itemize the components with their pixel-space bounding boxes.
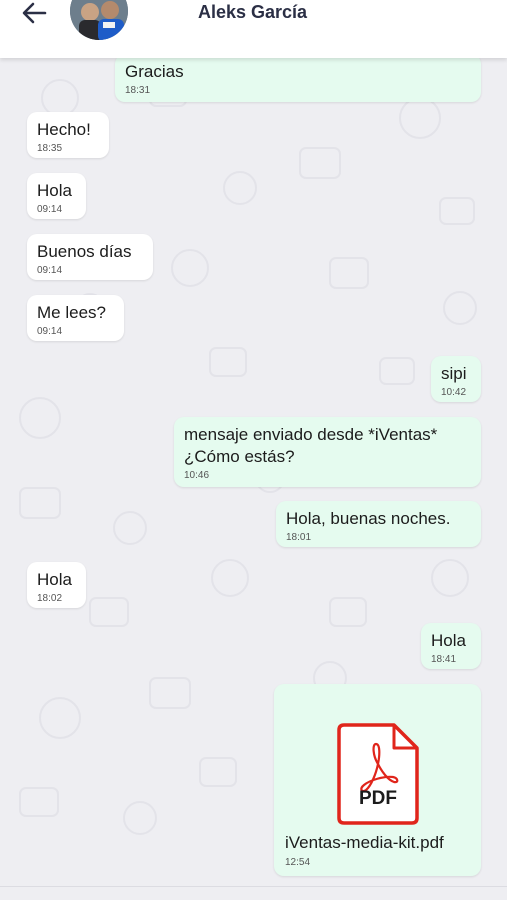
chat-header: Aleks García [0,0,507,58]
message-time: 18:01 [286,532,312,543]
message-time: 12:54 [285,857,311,868]
message-time: 10:42 [441,387,467,398]
message-text: Hola [431,631,466,650]
message-time: 10:46 [184,470,210,481]
message-time: 09:14 [37,265,63,276]
avatar[interactable] [70,0,128,40]
message-incoming[interactable]: Hola 18:02 [27,562,86,608]
bottom-bar [0,886,507,900]
pdf-file-icon[interactable]: PDF [336,722,420,826]
message-text: Gracias [125,62,184,81]
message-outgoing[interactable]: sipi 10:42 [431,356,481,402]
message-text: Hola [37,570,72,589]
message-outgoing[interactable]: Gracias 18:31 [115,58,481,102]
message-time: 18:41 [431,654,457,665]
message-outgoing[interactable]: Hola, buenas noches. 18:01 [276,501,481,547]
message-text-line-2: ¿Cómo estás? [184,447,295,466]
message-time: 09:14 [37,326,63,337]
message-text: sipi [441,364,467,383]
message-outgoing[interactable]: mensaje enviado desde *iVentas* ¿Cómo es… [174,417,481,487]
message-text-line-1: mensaje enviado desde *iVentas* [184,425,438,444]
message-text: Hola, buenas noches. [286,509,451,528]
message-time: 18:35 [37,143,63,154]
pdf-file-label: PDF [359,788,397,809]
message-incoming[interactable]: Buenos días 09:14 [27,234,153,280]
message-incoming[interactable]: Hecho! 18:35 [27,112,109,158]
message-text: Hecho! [37,120,91,139]
message-incoming[interactable]: Hola 09:14 [27,173,86,219]
message-text: Me lees? [37,303,106,322]
contact-name[interactable]: Aleks García [198,2,307,23]
arrow-left-icon [22,2,47,24]
back-button[interactable] [16,0,52,26]
message-text: Buenos días [37,242,132,261]
message-time: 18:02 [37,593,63,604]
chat-area[interactable]: Gracias 18:31 Hecho! 18:35 Hola 09:14 Bu… [0,58,507,886]
file-message[interactable]: PDF iVentas-media-kit.pdf 12:54 [274,684,481,876]
message-outgoing[interactable]: Hola 18:41 [421,623,481,669]
message-time: 18:31 [125,85,151,96]
file-name: iVentas-media-kit.pdf [285,833,444,852]
message-text: Hola [37,181,72,200]
message-incoming[interactable]: Me lees? 09:14 [27,295,124,341]
message-time: 09:14 [37,204,63,215]
